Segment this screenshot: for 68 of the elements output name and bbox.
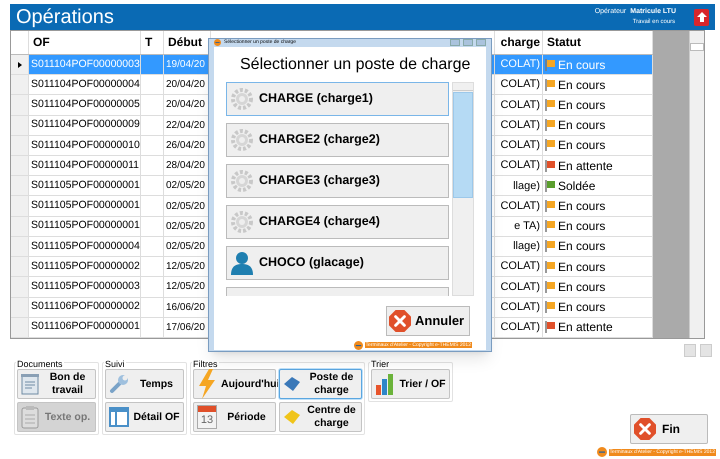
table-cell-text: 02/05/20: [166, 220, 205, 234]
table-cell-text: S011105POF00000001: [31, 198, 140, 214]
status-text: En cours: [558, 258, 606, 276]
table-cell-text: 22/04/20: [166, 118, 205, 133]
status-text: En cours: [558, 238, 606, 256]
table-cell-text: COLAT): [500, 118, 540, 133]
table-cell-text: S011104POF00000011: [31, 158, 140, 173]
table-cell-text: COLAT): [500, 57, 540, 72]
status-text: En attente: [558, 319, 613, 336]
table-cell-text: S011105POF00000004: [31, 238, 140, 254]
table-cell-text: S011106POF00000002: [31, 299, 140, 314]
table-cell-text: S011105POF00000001: [31, 178, 140, 193]
group-title: Documents: [16, 359, 64, 369]
column-header: OF: [33, 34, 50, 52]
dialog-heading: Sélectionner un poste de charge: [240, 54, 472, 74]
table-cell-text: COLAT): [500, 138, 540, 154]
status-text: En cours: [558, 56, 606, 74]
calendar-icon: 13: [197, 405, 217, 429]
table-cell-text: COLAT): [500, 198, 540, 214]
table-cell-text: 02/05/20: [166, 200, 205, 214]
table-cell-text: 12/05/20: [166, 280, 205, 294]
column-header: charge: [500, 34, 540, 52]
group-title: Suivi: [104, 359, 126, 369]
status-text: En cours: [558, 198, 606, 216]
status-text: En cours: [558, 137, 606, 154]
status-text: En attente: [558, 158, 613, 175]
status-text: En cours: [558, 117, 606, 134]
status-text: En cours: [558, 278, 606, 296]
table-cell-text: 26/04/20: [166, 138, 205, 153]
table-cell-text: COLAT): [500, 98, 540, 113]
table-cell-text: e TA): [514, 219, 540, 234]
status-text: En cours: [558, 96, 606, 114]
table-cell-text: 12/05/20: [166, 260, 205, 274]
table-cell-text: 20/04/20: [166, 98, 205, 112]
table-cell-text: S011105POF00000003: [31, 279, 140, 294]
status-text: Soldée: [558, 178, 596, 195]
group-title: Filtres: [192, 359, 218, 369]
table-cell-text: S011105POF00000002: [31, 258, 140, 274]
status-text: En cours: [558, 299, 606, 316]
column-header: T: [145, 34, 152, 52]
table-cell-text: llage): [513, 239, 540, 254]
table-cell-text: 17/06/20: [166, 320, 205, 335]
table-cell-text: S011104POF00000009: [31, 117, 140, 132]
table-cell-text: 16/06/20: [166, 300, 205, 315]
table-cell-text: COLAT): [500, 259, 540, 274]
table-cell-text: COLAT): [500, 77, 540, 92]
table-cell-text: 19/04/20: [166, 58, 205, 72]
table-cell-text: 02/05/20: [166, 179, 205, 194]
page-title: Opérations: [16, 5, 114, 29]
group-title: Trier: [370, 359, 390, 369]
column-header: Début: [168, 34, 202, 52]
table-cell-text: S011104POF00000003: [31, 56, 140, 72]
table-cell-text: 02/05/20: [166, 240, 205, 254]
table-cell-text: S011104POF00000005: [31, 97, 140, 112]
table-cell-text: COLAT): [500, 320, 540, 336]
table-cell-text: S011105POF00000001: [31, 218, 140, 234]
table-cell-text: 28/04/20: [166, 159, 205, 174]
table-cell-text: S011106POF00000001: [31, 319, 140, 334]
status-text: En cours: [558, 218, 606, 236]
table-cell-text: llage): [513, 178, 540, 194]
table-cell-text: COLAT): [500, 158, 540, 174]
column-header: Statut: [547, 34, 581, 52]
table-cell-text: COLAT): [500, 280, 540, 295]
table-cell-text: COLAT): [500, 300, 540, 315]
table-cell-text: S011104POF00000004: [31, 76, 140, 92]
status-text: En cours: [558, 76, 606, 94]
table-cell-text: S011104POF00000010: [31, 138, 140, 153]
table-cell-text: 20/04/20: [166, 78, 205, 92]
